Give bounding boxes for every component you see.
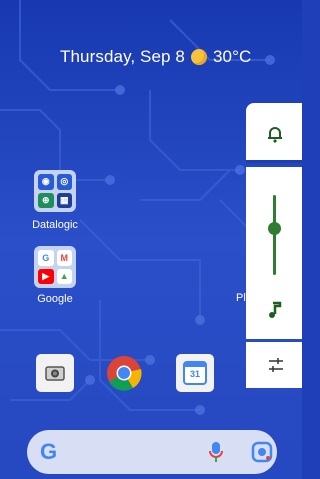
google-folder-label: Google [37,293,73,305]
datalogic-folder-label: Datalogic [32,219,78,231]
volume-slider-thumb[interactable] [268,222,281,235]
ring-mode-panel[interactable] [246,103,302,161]
calendar-app[interactable]: 31 [176,354,214,392]
sliders-icon[interactable] [268,358,284,372]
gmail-icon: M [56,250,72,266]
youtube-icon: ▶ [38,268,54,284]
panel-divider [246,160,302,163]
chrome-app[interactable] [105,354,143,392]
volume-slider-panel[interactable] [246,167,302,339]
datalogic-app-1-icon: ◉ [38,174,54,190]
datalogic-app-2-icon: ◎ [56,174,72,190]
drive-icon: ▲ [56,268,72,284]
date-text[interactable]: Thursday, Sep 8 [60,47,185,67]
sun-icon [190,49,207,65]
camera-icon [45,366,65,381]
google-folder[interactable]: G M ▶ ▲ [34,246,76,288]
chrome-icon [107,356,142,391]
temperature-text[interactable]: 30°C [213,47,251,67]
volume-settings-panel[interactable] [246,342,302,388]
lens-icon[interactable] [251,441,273,463]
search-bar[interactable]: G [27,430,277,474]
volume-slider-track[interactable] [273,195,276,275]
datalogic-app-4-icon: ▦ [56,192,72,208]
at-a-glance-widget[interactable]: Thursday, Sep 8 30°C [60,42,251,72]
mic-icon[interactable] [208,441,224,463]
google-logo: G [40,439,58,464]
partial-app-label: Pl [236,292,246,304]
calendar-day-text: 31 [189,369,200,379]
datalogic-app-3-icon: ⊕ [38,192,54,208]
camera-app[interactable] [36,354,74,392]
google-icon: G [38,250,54,266]
bell-icon[interactable] [266,125,284,143]
music-note-icon [269,301,282,318]
datalogic-folder[interactable]: ◉ ◎ ⊕ ▦ [34,170,76,212]
